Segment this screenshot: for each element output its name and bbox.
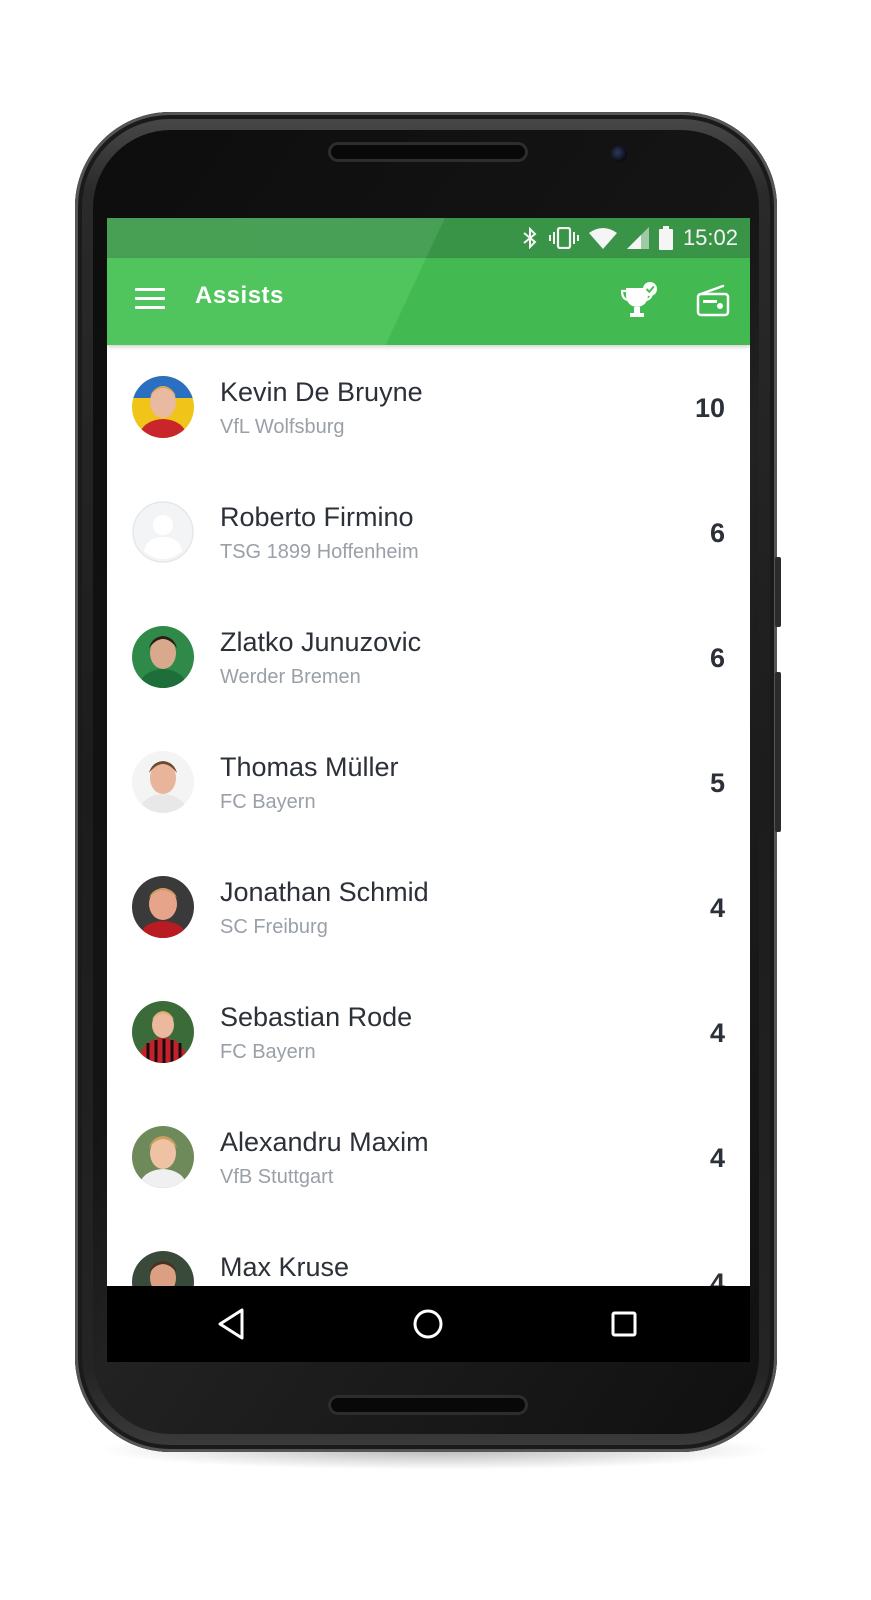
list-item[interactable]: Roberto Firmino TSG 1899 Hoffenheim 6 bbox=[107, 470, 750, 595]
assist-count: 4 bbox=[709, 1143, 725, 1173]
player-team: Werder Bremen bbox=[220, 666, 361, 688]
player-team: SC Freiburg bbox=[220, 916, 328, 938]
home-circle-icon[interactable] bbox=[408, 1304, 448, 1344]
list-item[interactable]: Kevin De Bruyne VfL Wolfsburg 10 bbox=[107, 345, 750, 470]
hamburger-icon[interactable] bbox=[135, 288, 165, 312]
back-triangle-icon[interactable] bbox=[212, 1304, 252, 1344]
bottom-speaker bbox=[328, 1395, 528, 1415]
recents-square-icon[interactable] bbox=[604, 1304, 644, 1344]
app-bar: Assists bbox=[107, 218, 750, 345]
wifi-icon bbox=[588, 228, 617, 249]
list-item[interactable]: Jonathan Schmid SC Freiburg 4 bbox=[107, 845, 750, 970]
avatar bbox=[132, 751, 194, 813]
screen: 15:02 Assists Kevin De Bruyne VfL Wolfsb… bbox=[107, 218, 750, 1362]
assist-count: 4 bbox=[709, 1018, 725, 1048]
player-name: Sebastian Rode bbox=[220, 1002, 413, 1032]
player-name: Jonathan Schmid bbox=[220, 877, 429, 907]
player-name: Alexandru Maxim bbox=[220, 1127, 429, 1157]
avatar bbox=[132, 376, 194, 438]
avatar bbox=[132, 1126, 194, 1188]
bluetooth-icon bbox=[523, 227, 537, 249]
player-name: Roberto Firmino bbox=[220, 502, 414, 532]
list-item[interactable]: Sebastian Rode FC Bayern 4 bbox=[107, 970, 750, 1095]
assist-count: 4 bbox=[709, 893, 725, 923]
status-bar: 15:02 bbox=[107, 218, 750, 258]
assist-count: 5 bbox=[709, 768, 725, 798]
player-name: Max Kruse bbox=[220, 1252, 350, 1282]
radio-icon[interactable] bbox=[695, 284, 731, 318]
player-name: Kevin De Bruyne bbox=[220, 377, 423, 407]
battery-icon bbox=[658, 226, 673, 250]
trophy-check-icon[interactable] bbox=[620, 282, 659, 320]
list-item[interactable]: Alexandru Maxim VfB Stuttgart 4 bbox=[107, 1095, 750, 1220]
avatar bbox=[132, 626, 194, 688]
volume-button bbox=[775, 557, 781, 627]
status-icons: 15:02 bbox=[521, 218, 738, 258]
player-name: Zlatko Junuzovic bbox=[220, 627, 422, 657]
avatar bbox=[132, 1001, 194, 1063]
navigation-bar bbox=[107, 1286, 750, 1362]
avatar-placeholder-icon bbox=[132, 501, 194, 563]
vibrate-icon bbox=[548, 227, 579, 249]
assist-count: 6 bbox=[709, 518, 725, 548]
status-time: 15:02 bbox=[682, 225, 738, 250]
top-speaker bbox=[328, 142, 528, 162]
list-item[interactable]: Zlatko Junuzovic Werder Bremen 6 bbox=[107, 595, 750, 720]
avatar bbox=[132, 876, 194, 938]
front-camera bbox=[611, 146, 627, 162]
assist-count: 6 bbox=[709, 643, 725, 673]
player-team: VfL Wolfsburg bbox=[220, 416, 345, 438]
player-team: TSG 1899 Hoffenheim bbox=[220, 541, 419, 563]
list-item[interactable]: Thomas Müller FC Bayern 5 bbox=[107, 720, 750, 845]
power-button bbox=[775, 672, 781, 832]
player-team: FC Bayern bbox=[220, 1041, 316, 1063]
signal-icon bbox=[626, 227, 649, 249]
player-name: Thomas Müller bbox=[220, 752, 399, 782]
player-team: VfB Stuttgart bbox=[220, 1166, 334, 1188]
player-team: FC Bayern bbox=[220, 791, 316, 813]
page-title: Assists bbox=[195, 282, 284, 309]
assist-count: 10 bbox=[694, 393, 725, 423]
